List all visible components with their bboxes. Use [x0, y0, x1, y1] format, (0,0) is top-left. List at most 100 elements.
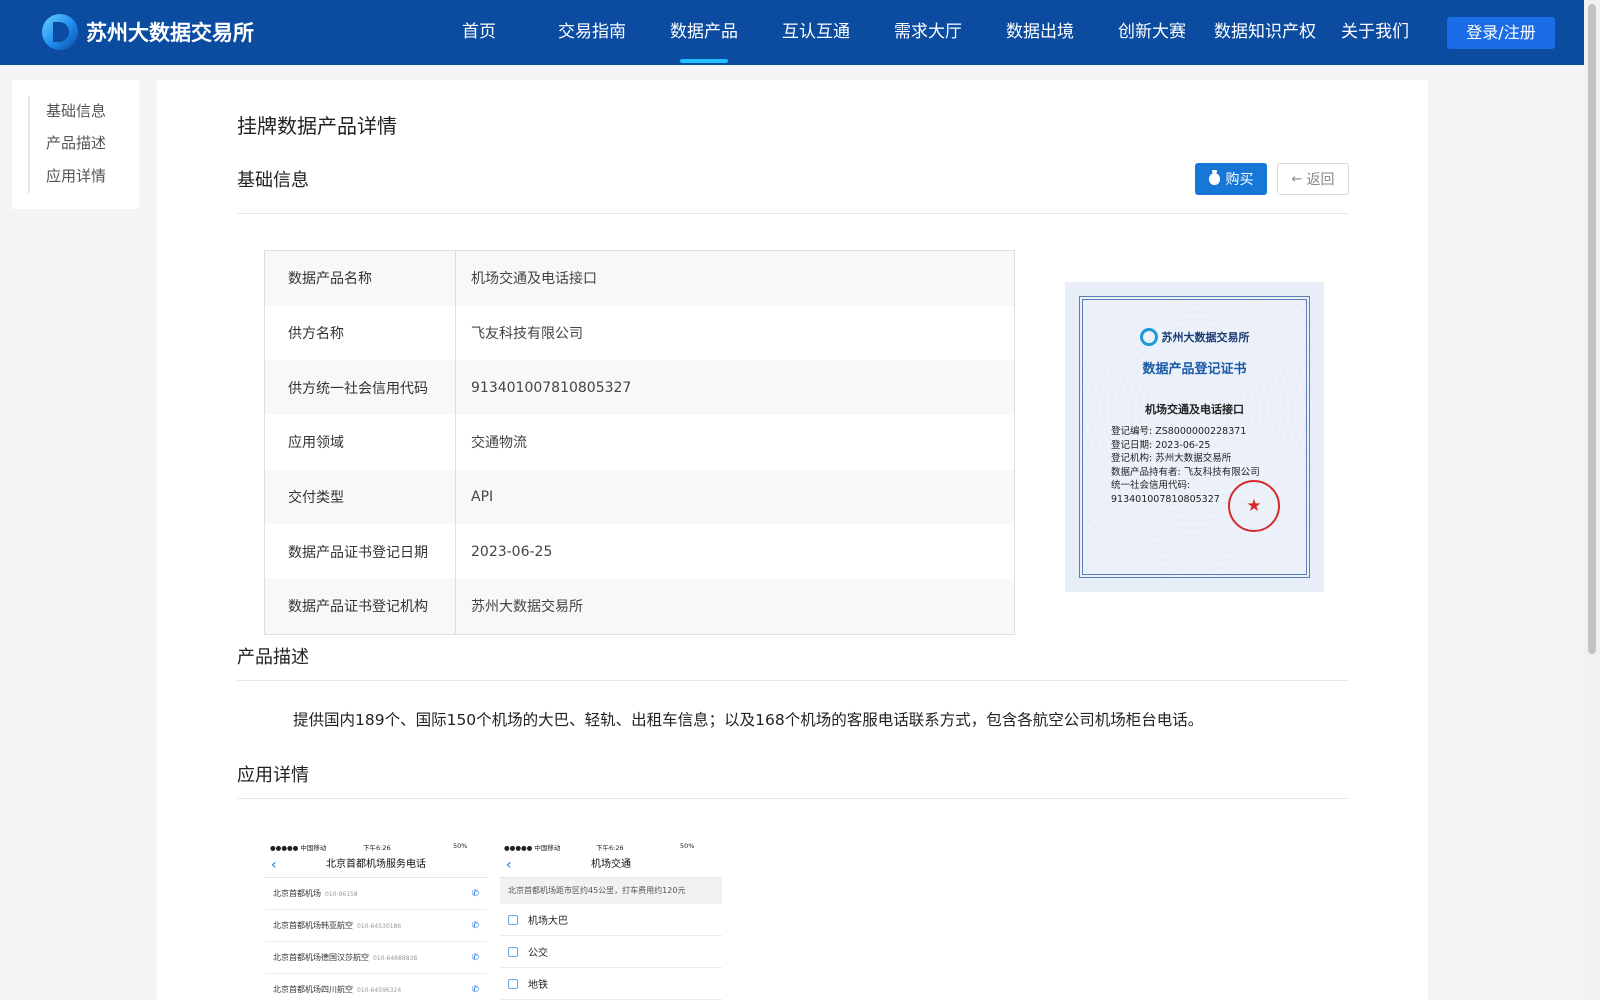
nav-demand-hall[interactable]: 需求大厅	[894, 0, 962, 65]
certificate-product: 机场交通及电话接口	[1145, 403, 1244, 416]
phone-status-bar: ●●●●● 中国移动 下午6:26 50%	[265, 840, 487, 852]
site-logo[interactable]: 苏州大数据交易所	[42, 14, 254, 50]
phone-number: 010-96158	[325, 891, 358, 898]
phone-number: 010-64530186	[357, 923, 402, 930]
product-desc-heading: 产品描述	[237, 647, 309, 668]
arrow-left-icon: ←	[1291, 171, 1303, 187]
row-label: 数据产品证书登记日期	[265, 524, 456, 580]
transport-label: 公交	[528, 948, 548, 959]
logo-icon	[42, 14, 78, 50]
exchange-logo-icon	[1139, 328, 1158, 346]
scrollbar-thumb[interactable]	[1588, 4, 1596, 654]
battery-label: 50%	[453, 842, 468, 850]
page-scrollbar[interactable]	[1584, 0, 1600, 1000]
nav-data-export[interactable]: 数据出境	[1006, 0, 1074, 65]
list-item: 公交	[500, 936, 722, 968]
row-label: 数据产品名称	[265, 251, 456, 306]
buy-button[interactable]: 购买	[1195, 163, 1267, 195]
sidenav-item-basic-info[interactable]: 基础信息	[46, 100, 106, 121]
certificate-line: 登记编号: ZS8000000228371	[1111, 426, 1247, 437]
product-description: 提供国内189个、国际150个机场的大巴、轻轨、出租车信息；以及168个机场的客…	[293, 711, 1204, 729]
certificate-org: 苏州大数据交易所	[1161, 331, 1250, 344]
nav-about-us[interactable]: 关于我们	[1341, 0, 1409, 65]
phone-title-bar: ‹ 机场交通	[500, 852, 722, 878]
divider	[237, 680, 1349, 681]
phone-call-icon: ✆	[471, 953, 479, 963]
row-value: 苏州大数据交易所	[471, 599, 583, 616]
battery-label: 50%	[680, 842, 695, 850]
list-item: 北京首都机场韩亚航空 010-64530186 ✆	[265, 910, 487, 942]
airport-name: 北京首都机场四川航空	[273, 985, 353, 994]
nav-mutual-recognition[interactable]: 互认互通	[782, 0, 850, 65]
chevron-left-icon: ‹	[506, 857, 512, 873]
app-screenshot-airport-transport[interactable]: ●●●●● 中国移动 下午6:26 50% ‹ 机场交通 北京首都机场距市区约4…	[500, 840, 722, 1000]
nav-data-ip[interactable]: 数据知识产权	[1214, 0, 1316, 65]
bus-icon	[508, 946, 518, 957]
certificate-title: 数据产品登记证书	[1142, 362, 1247, 377]
login-register-button[interactable]: 登录/注册	[1447, 17, 1555, 49]
phone-number: 010-64688838	[373, 955, 418, 962]
logo-text: 苏州大数据交易所	[86, 21, 254, 45]
certificate-frame: 苏州大数据交易所 数据产品登记证书 机场交通及电话接口 登记编号: ZS8000…	[1079, 296, 1310, 578]
section-sidenav: 基础信息 产品描述 应用详情	[12, 80, 139, 209]
carrier-label: ●●●●● 中国移动	[270, 844, 327, 852]
sidenav-rail	[28, 96, 30, 193]
phone-title: 北京首都机场服务电话	[326, 859, 426, 870]
basic-info-heading: 基础信息	[237, 170, 309, 191]
clock-label: 下午6:26	[596, 844, 624, 852]
app-details-heading: 应用详情	[237, 765, 309, 786]
list-item: 机场大巴	[500, 904, 722, 936]
table-row: 供方名称 飞友科技有限公司	[265, 305, 1014, 361]
table-row: 应用领域 交通物流	[265, 415, 1014, 470]
product-info-table: 数据产品名称 机场交通及电话接口 供方名称 飞友科技有限公司 供方统一社会信用代…	[264, 250, 1015, 635]
carrier-label: ●●●●● 中国移动	[504, 844, 561, 852]
nav-home[interactable]: 首页	[462, 0, 496, 65]
sidenav-item-product-desc[interactable]: 产品描述	[46, 132, 106, 153]
back-button[interactable]: ← 返回	[1277, 163, 1349, 195]
distance-note: 北京首都机场距市区约45公里，打车费用约120元	[500, 878, 722, 904]
row-label: 供方名称	[265, 305, 456, 361]
clock-label: 下午6:26	[363, 844, 391, 852]
row-value: 2023-06-25	[471, 543, 553, 560]
nav-innovation-contest[interactable]: 创新大赛	[1118, 0, 1186, 65]
row-value: 913401007810805327	[471, 379, 632, 396]
certificate-header: 苏州大数据交易所	[1083, 328, 1306, 346]
certificate-line: 数据产品持有者: 飞友科技有限公司	[1111, 466, 1260, 478]
top-header: 苏州大数据交易所 首页 交易指南 数据产品 互认互通 需求大厅 数据出境 创新大…	[0, 0, 1600, 65]
divider	[237, 213, 1349, 214]
list-item: 北京首都机场 010-96158 ✆	[265, 878, 487, 910]
nav-data-products[interactable]: 数据产品	[670, 0, 738, 65]
transport-label: 机场大巴	[528, 916, 568, 927]
airport-name: 北京首都机场德国汉莎航空	[273, 953, 369, 962]
table-row: 数据产品证书登记日期 2023-06-25	[265, 524, 1014, 580]
app-screenshot-phone-numbers[interactable]: ●●●●● 中国移动 下午6:26 50% ‹ 北京首都机场服务电话 北京首都机…	[265, 840, 487, 1000]
certificate-line: 登记日期: 2023-06-25	[1111, 439, 1211, 451]
row-value: API	[471, 489, 494, 506]
chevron-left-icon: ‹	[271, 857, 277, 873]
row-value: 交通物流	[471, 435, 527, 452]
row-value: 机场交通及电话接口	[471, 271, 597, 288]
list-item: 北京首都机场四川航空 010-64596324 ✆	[265, 974, 487, 1000]
phone-number: 010-64596324	[357, 987, 402, 994]
certificate-line: 登记机构: 苏州大数据交易所	[1111, 453, 1232, 464]
table-row: 数据产品证书登记机构 苏州大数据交易所	[265, 579, 1014, 634]
row-value: 飞友科技有限公司	[471, 326, 583, 343]
nav-trade-guide[interactable]: 交易指南	[558, 0, 626, 65]
phone-call-icon: ✆	[471, 985, 479, 995]
table-row: 交付类型 API	[265, 469, 1014, 525]
row-label: 交付类型	[265, 469, 456, 525]
divider	[237, 798, 1349, 799]
table-row: 数据产品名称 机场交通及电话接口	[265, 251, 1014, 306]
transport-label: 地铁	[528, 980, 548, 991]
bus-icon	[508, 914, 518, 925]
row-label: 数据产品证书登记机构	[265, 579, 456, 634]
phone-title-bar: ‹ 北京首都机场服务电话	[265, 852, 487, 878]
phone-call-icon: ✆	[471, 921, 479, 931]
phone-title: 机场交通	[591, 859, 631, 870]
sidenav-item-app-details[interactable]: 应用详情	[46, 165, 106, 186]
buy-button-label: 购买	[1225, 172, 1254, 188]
table-row: 供方统一社会信用代码 913401007810805327	[265, 360, 1014, 416]
airport-name: 北京首都机场	[273, 889, 321, 898]
back-button-label: 返回	[1306, 172, 1335, 188]
registration-certificate[interactable]: 苏州大数据交易所 数据产品登记证书 机场交通及电话接口 登记编号: ZS8000…	[1065, 282, 1324, 592]
